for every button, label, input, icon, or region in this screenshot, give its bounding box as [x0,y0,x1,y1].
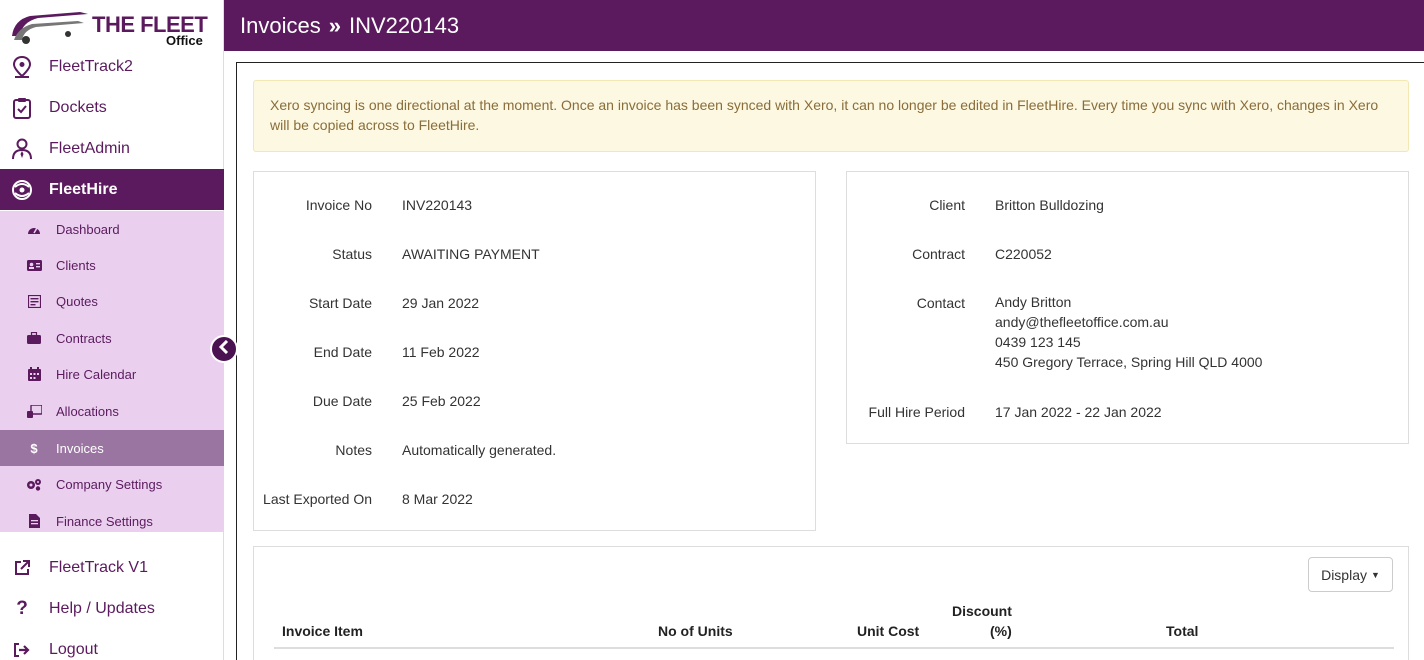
caret-down-icon: ▼ [1370,569,1380,580]
start-date-value: 29 Jan 2022 [402,295,480,311]
column-header-discount-unit: (%) [990,623,1012,639]
field-label: Contract [912,246,965,262]
subnav-clients[interactable]: Clients [0,247,224,283]
gauge-icon [26,221,42,237]
address-card-icon [26,257,42,273]
external-link-icon [11,557,33,579]
nav-help-updates[interactable]: ? Help / Updates [0,588,224,629]
breadcrumb-section[interactable]: Invoices [240,13,321,39]
page-header: Invoices » INV220143 [224,0,1424,51]
contact-email: andy@thefleetoffice.com.au [995,314,1169,330]
briefcase-icon [26,330,42,346]
nav-dockets[interactable]: Dockets [0,87,224,128]
field-label: Client [929,197,965,213]
display-dropdown-button[interactable]: Display ▼ [1308,557,1393,592]
field-label: Status [332,246,372,262]
column-header-unit-cost[interactable]: Unit Cost [857,623,919,639]
nav-logout[interactable]: Logout [0,629,224,660]
column-header-invoice-item[interactable]: Invoice Item [282,623,363,639]
subnav-hire-calendar[interactable]: Hire Calendar [0,356,224,392]
quote-document-icon [26,293,42,309]
allocations-icon [26,403,42,419]
location-pin-icon [11,55,33,78]
client-link[interactable]: Britton Bulldozing [995,197,1104,213]
nav-fleettrack2[interactable]: FleetTrack2 [0,46,224,87]
subnav-label: Company Settings [56,476,163,492]
contact-details: Andy Britton andy@thefleetoffice.com.au … [995,292,1262,372]
nav-label: Logout [49,640,98,658]
subnav-finance-settings[interactable]: Finance Settings [0,503,224,539]
subnav-company-settings[interactable]: Company Settings [0,466,224,502]
breadcrumb-separator: » [328,12,341,38]
field-label: End Date [313,344,372,360]
field-label: Last Exported On [263,491,372,507]
subnav-invoices[interactable]: $ Invoices [0,430,224,466]
contract-link[interactable]: C220052 [995,246,1052,262]
contact-name: Andy Britton [995,294,1072,310]
calendar-icon [26,366,42,382]
file-invoice-icon [26,513,42,529]
nav-label: FleetAdmin [49,139,130,157]
last-exported-value: 8 Mar 2022 [402,491,473,507]
subnav-quotes[interactable]: Quotes [0,283,224,319]
subnav-label: Finance Settings [56,513,153,529]
sidebar: THE FLEET Office FleetTrack2 Dockets Fle… [0,0,224,660]
brand-logo[interactable]: THE FLEET Office [8,6,208,50]
contact-address: 450 Gregory Terrace, Spring Hill QLD 400… [995,354,1263,370]
user-tie-icon [11,138,33,160]
column-header-discount[interactable]: Discount [952,603,1012,619]
truck-logo-icon [12,12,88,44]
column-header-total[interactable]: Total [1166,623,1198,639]
nav-fleetadmin[interactable]: FleetAdmin [0,128,224,169]
hire-period-value: 17 Jan 2022 - 22 Jan 2022 [995,404,1162,420]
subnav-allocations[interactable]: Allocations [0,393,224,429]
dollar-icon: $ [30,440,38,456]
field-label: Start Date [308,295,372,311]
column-header-units[interactable]: No of Units [658,623,733,639]
nav-label: Dockets [49,98,107,116]
clipboard-check-icon [11,97,33,119]
sign-out-icon [11,639,33,660]
subnav-label: Invoices [56,440,104,456]
field-label: Contact [916,295,965,311]
fleethire-icon [11,179,33,201]
invoice-items-panel: Display ▼ Invoice Item No of Units Unit … [253,546,1409,660]
main-content: Xero syncing is one directional at the m… [236,62,1424,660]
client-details-panel: Client Britton Bulldozing Contract C2200… [846,171,1409,444]
display-button-label: Display [1321,566,1367,583]
fleethire-submenu: Dashboard Clients Quotes Contracts Hire … [0,211,224,532]
nav-label: Help / Updates [49,599,155,617]
nav-label: FleetHire [49,180,118,198]
subnav-contracts[interactable]: Contracts [0,320,224,356]
collapse-sidebar-button[interactable] [210,335,238,363]
nav-fleethire[interactable]: FleetHire [0,169,224,210]
cogs-icon [26,476,42,492]
nav-fleettrack-v1[interactable]: FleetTrack V1 [0,547,224,588]
subnav-label: Contracts [56,330,112,346]
field-label: Full Hire Period [868,404,965,420]
nav-label: FleetTrack2 [49,57,133,75]
contact-phone: 0439 123 145 [995,334,1081,350]
invoice-details-panel: Invoice No INV220143 Status AWAITING PAY… [253,171,816,531]
question-icon: ? [16,597,28,619]
subnav-label: Hire Calendar [56,366,137,382]
end-date-value: 11 Feb 2022 [402,344,480,360]
table-header-divider [274,647,1394,649]
breadcrumb-record: INV220143 [348,12,460,38]
status-value: AWAITING PAYMENT [402,246,540,262]
due-date-value: 25 Feb 2022 [402,393,481,409]
subnav-label: Allocations [56,403,119,419]
subnav-label: Clients [56,257,96,273]
xero-sync-alert: Xero syncing is one directional at the m… [253,80,1409,152]
subnav-label: Dashboard [56,221,120,237]
invoice-no-value: INV220143 [402,197,473,213]
subnav-label: Quotes [56,293,98,309]
field-label: Due Date [312,393,372,409]
field-label: Notes [335,442,372,458]
subnav-dashboard[interactable]: Dashboard [0,211,224,247]
chevron-left-icon [218,339,230,359]
nav-label: FleetTrack V1 [49,558,148,576]
field-label: Invoice No [305,197,372,213]
notes-value: Automatically generated. [402,442,557,458]
